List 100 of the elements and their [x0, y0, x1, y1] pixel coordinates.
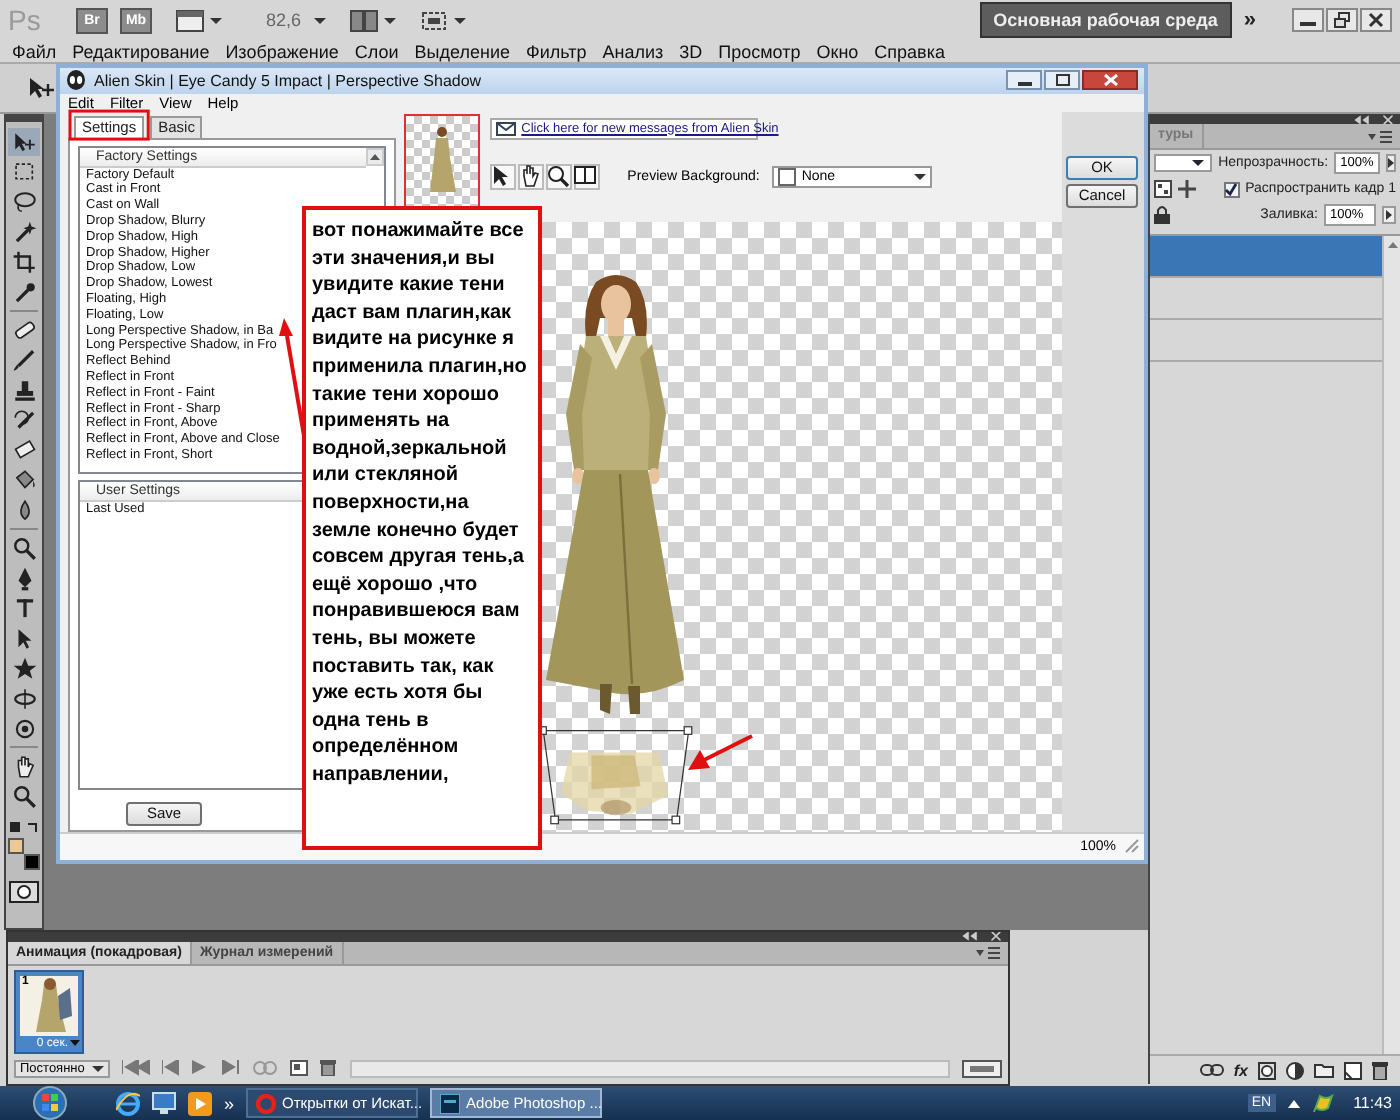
new-frame-icon[interactable]	[290, 1060, 309, 1077]
menu-item[interactable]: Фильтр	[526, 41, 587, 61]
menu-item[interactable]: Справка	[874, 41, 945, 61]
workspace-button[interactable]: Основная рабочая среда	[979, 2, 1232, 38]
menu-item[interactable]: Слои	[354, 41, 399, 61]
caret-icon	[453, 17, 466, 23]
trash-icon[interactable]	[320, 1060, 339, 1077]
lock-position-icon[interactable]	[1178, 180, 1196, 198]
zoom-field[interactable]: 82,6	[266, 10, 302, 30]
restore-icon	[1334, 12, 1350, 28]
minimize-button[interactable]	[1292, 8, 1324, 32]
opacity-slider-button[interactable]	[1385, 154, 1396, 172]
menu-item[interactable]: Изображение	[225, 41, 339, 61]
caret-icon	[913, 173, 926, 180]
overflow-chevron[interactable]: »	[1243, 8, 1256, 32]
preview-tool-button[interactable]	[573, 163, 600, 190]
preview-tool-button[interactable]	[545, 163, 572, 190]
quick-mask-icon[interactable]	[8, 880, 40, 904]
foreground-color-swatch[interactable]	[8, 838, 24, 854]
mask-icon[interactable]	[1258, 1061, 1276, 1079]
tool-button[interactable]	[8, 534, 40, 562]
tool-button[interactable]	[8, 406, 40, 434]
arrow	[688, 734, 753, 770]
horizontal-scrollbar[interactable]	[350, 1059, 950, 1078]
lock-pixels-icon[interactable]	[1154, 180, 1172, 198]
half-circle-icon[interactable]	[1286, 1061, 1304, 1079]
minimize-button[interactable]	[1006, 70, 1042, 91]
panel-menu-icon[interactable]	[976, 945, 1000, 960]
convert-timeline-icon[interactable]	[962, 1059, 1002, 1078]
dashed-frame-icon	[419, 9, 448, 31]
propagate-checkbox[interactable]	[1223, 181, 1240, 197]
flag-icon[interactable]	[1311, 1093, 1334, 1113]
media-player-icon[interactable]	[188, 1091, 212, 1115]
arrow-up-icon	[1387, 242, 1397, 248]
head-icon	[66, 69, 86, 92]
ring-icon	[256, 1093, 277, 1113]
skip-back-icon[interactable]	[122, 1060, 151, 1077]
preview-tool-button[interactable]	[489, 163, 516, 190]
panel-menu-icon[interactable]	[1368, 129, 1392, 143]
transform-frame[interactable]	[537, 725, 692, 824]
overflow-chevron[interactable]: »	[224, 1093, 235, 1113]
show-hidden-icons-icon[interactable]	[1287, 1099, 1300, 1107]
caret-icon	[210, 17, 222, 23]
fill-slider-button[interactable]	[1382, 206, 1396, 224]
blend-mode-dropdown[interactable]	[1154, 154, 1213, 172]
split-view-icon	[574, 164, 599, 189]
menu-item[interactable]: Редактирование	[72, 41, 210, 61]
background-color-swatch[interactable]	[24, 854, 40, 870]
scroll-up-button[interactable]	[365, 147, 384, 166]
arrow	[279, 318, 306, 437]
zoom-icon	[546, 164, 571, 189]
folder-icon[interactable]	[1314, 1062, 1334, 1078]
tool-button[interactable]	[8, 782, 40, 810]
tool-button[interactable]	[8, 188, 40, 216]
close-icon	[1368, 12, 1384, 28]
play-icon[interactable]	[192, 1060, 211, 1077]
grid-icon	[349, 9, 378, 31]
link-icon[interactable]	[1199, 1064, 1224, 1076]
close-icon[interactable]	[1383, 114, 1393, 124]
move-arrow-icon	[11, 129, 37, 155]
caret-icon	[383, 17, 396, 23]
rotate-3d-icon	[11, 685, 37, 711]
menu-item[interactable]: 3D	[679, 41, 703, 61]
clock[interactable]: 11:43	[1353, 1094, 1392, 1112]
swap-colors-icon[interactable]	[8, 820, 40, 836]
browser-icon[interactable]	[116, 1091, 140, 1115]
trash-icon[interactable]	[1372, 1061, 1388, 1079]
arrange-documents-dropdown[interactable]	[349, 9, 396, 31]
step-back-icon[interactable]	[162, 1060, 181, 1077]
step-forward-icon[interactable]	[222, 1060, 241, 1077]
start-orb-icon[interactable]	[32, 1086, 68, 1120]
restore-button[interactable]	[1326, 8, 1358, 32]
menu-item[interactable]: Окно	[816, 41, 859, 61]
tool-button[interactable]	[8, 346, 40, 374]
view-extras-dropdown[interactable]	[176, 9, 222, 31]
menu-item[interactable]: Анализ	[602, 41, 664, 61]
screen-mode-dropdown[interactable]	[419, 9, 466, 31]
layer-style-button[interactable]: fx	[1233, 1061, 1248, 1079]
preview-tool-button[interactable]	[517, 163, 544, 190]
new-layer-icon[interactable]	[1344, 1061, 1362, 1079]
tool-button[interactable]	[8, 248, 40, 276]
maximize-button[interactable]	[1044, 70, 1080, 91]
menu-item[interactable]: Просмотр	[718, 41, 801, 61]
close-icon[interactable]	[991, 932, 1001, 942]
menu-item[interactable]: Выделение	[414, 41, 510, 61]
menu-item[interactable]: Файл	[12, 41, 57, 61]
close-button[interactable]	[1082, 70, 1138, 91]
note-text: вот понажимайте все эти значения,и вы увидите какие тени даст вам плагин,как видите на рисунке я применила плагин,но такие тени хорошо применять на водной,зеркальной или стекляной поверхности,на земле конечно будет совсем другая тень,а ещё хорошо ,что понравившеюся вам тень, вы можете поставить так, как уже есть хотя бы одна тень в определённом направлении,	[302, 206, 542, 850]
bandage-icon	[11, 317, 37, 343]
magnifier-icon	[11, 783, 37, 809]
close-button[interactable]	[1360, 8, 1392, 32]
wand-icon	[11, 219, 37, 245]
tool-button[interactable]	[8, 684, 40, 712]
stamp-icon	[11, 377, 37, 403]
navigator-thumbnail[interactable]	[403, 113, 480, 208]
monitor-icon[interactable]	[152, 1092, 176, 1114]
tool-button[interactable]	[8, 128, 40, 156]
lock-icon[interactable]	[1154, 206, 1170, 224]
resize-grip-icon[interactable]	[1124, 838, 1140, 855]
window-icon	[176, 9, 204, 31]
